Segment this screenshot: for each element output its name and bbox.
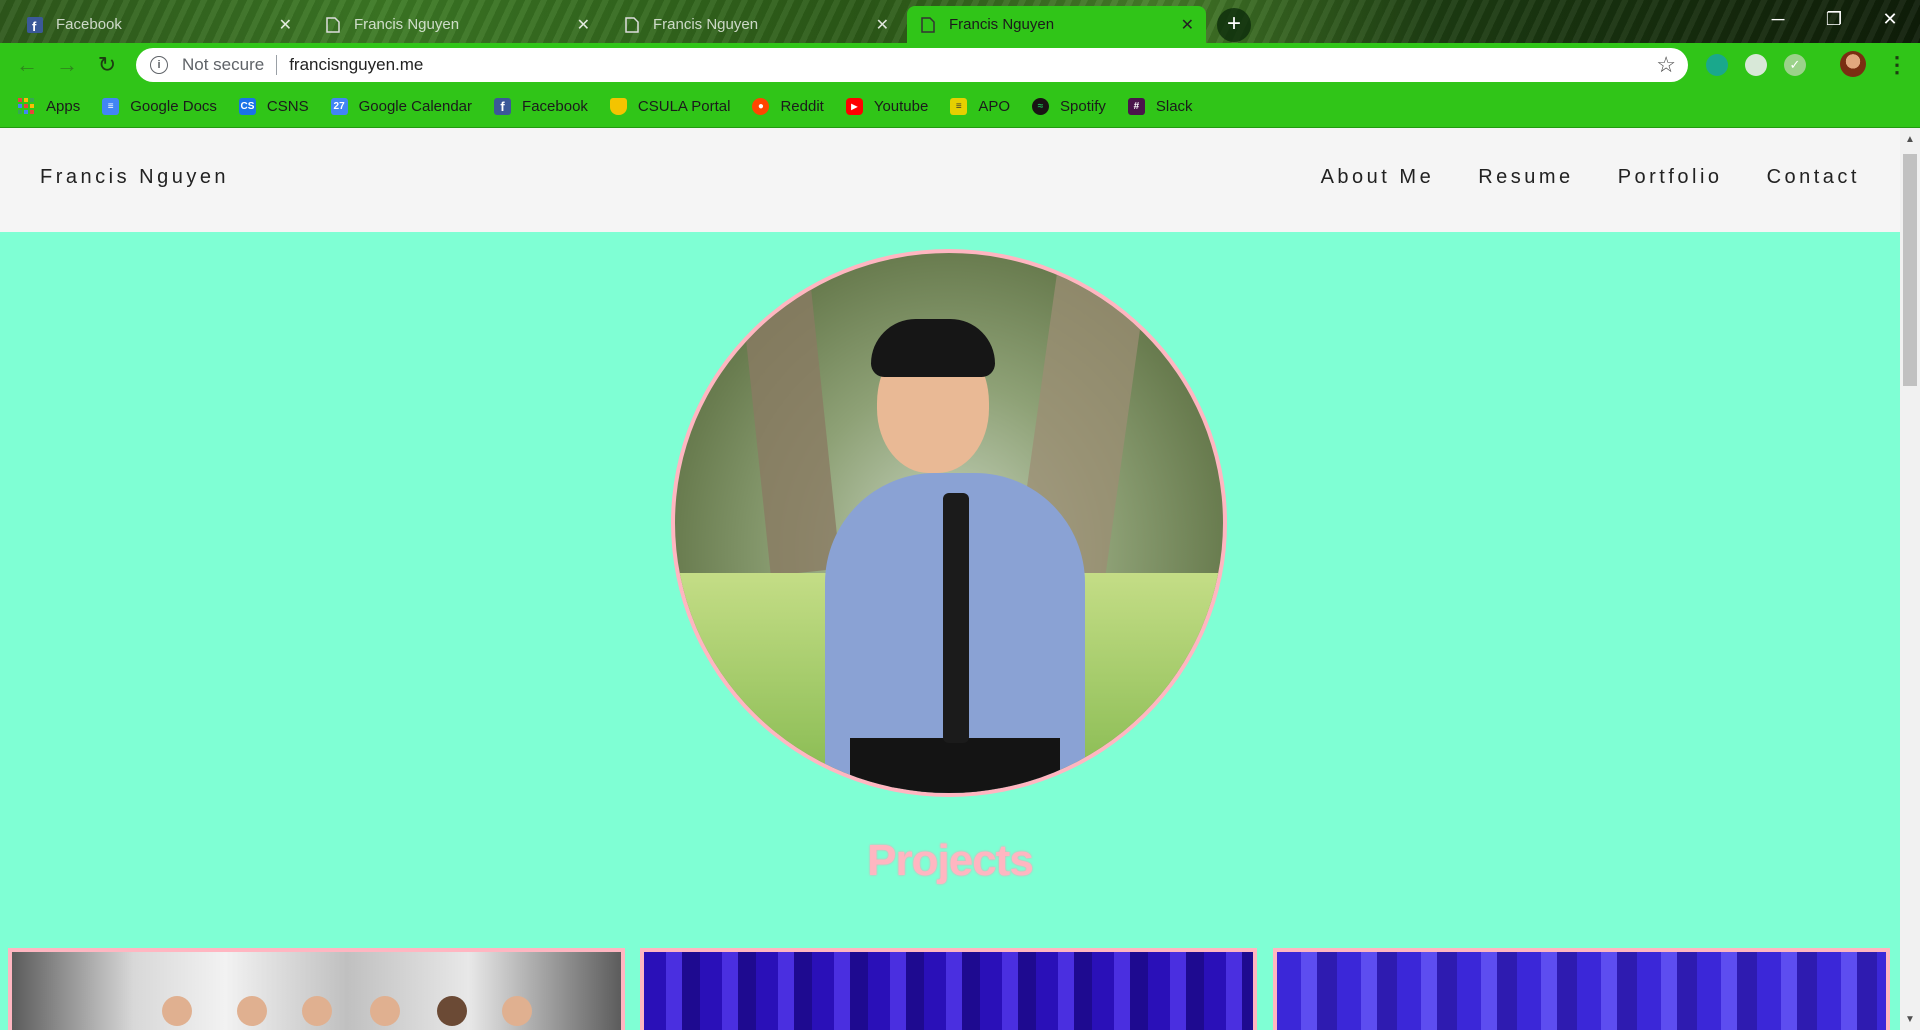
scroll-up-icon[interactable]: ▲ bbox=[1900, 132, 1920, 148]
bookmark-label: CSNS bbox=[266, 98, 309, 115]
site-brand[interactable]: Francis Nguyen bbox=[40, 166, 229, 189]
bookmark-label: CSULA Portal bbox=[637, 98, 731, 115]
bookmark-label: Reddit bbox=[780, 98, 824, 115]
close-tab-icon[interactable]: ✕ bbox=[577, 15, 590, 35]
bookmark-label: Facebook bbox=[522, 98, 588, 115]
browser-toolbar: ← → ↻ i Not secure francisnguyen.me ☆ ✓ … bbox=[0, 43, 1920, 86]
project-card[interactable] bbox=[640, 948, 1257, 1030]
bookmark-csns[interactable]: CS CSNS bbox=[238, 98, 309, 115]
site-nav-links: About Me Resume Portfolio Contact bbox=[1277, 166, 1860, 189]
list-icon: ≡ bbox=[950, 98, 968, 115]
apps-grid-icon bbox=[18, 98, 35, 115]
bookmarks-bar: Apps ≡ Google Docs CS CSNS 27 Google Cal… bbox=[0, 86, 1920, 128]
bookmark-apo[interactable]: ≡ APO bbox=[950, 98, 1010, 115]
photo-pants bbox=[850, 738, 1060, 793]
tab-francis-active[interactable]: Francis Nguyen ✕ bbox=[907, 6, 1206, 43]
nav-contact[interactable]: Contact bbox=[1767, 166, 1860, 189]
extension-check-icon[interactable]: ✓ bbox=[1784, 54, 1806, 76]
tab-facebook[interactable]: f Facebook ✕ bbox=[14, 6, 304, 43]
close-tab-icon[interactable]: ✕ bbox=[279, 15, 292, 35]
extension-discord-icon[interactable] bbox=[1745, 54, 1767, 76]
page-icon bbox=[324, 16, 342, 34]
csns-icon: CS bbox=[238, 98, 256, 115]
new-tab-button[interactable]: + bbox=[1217, 8, 1251, 42]
site-navbar: Francis Nguyen About Me Resume Portfolio… bbox=[0, 128, 1900, 232]
close-tab-icon[interactable]: ✕ bbox=[1181, 15, 1194, 35]
project-card[interactable] bbox=[1273, 948, 1890, 1030]
bookmark-label: Google Calendar bbox=[358, 98, 473, 115]
profile-avatar[interactable] bbox=[1840, 51, 1866, 77]
bookmark-label: Youtube bbox=[873, 98, 929, 115]
bookmark-spotify[interactable]: ≈ Spotify bbox=[1032, 98, 1106, 115]
bookmark-label: APO bbox=[978, 98, 1011, 115]
bookmark-youtube[interactable]: ▶ Youtube bbox=[845, 98, 929, 115]
scrollbar-thumb[interactable] bbox=[1903, 154, 1917, 386]
bookmark-facebook[interactable]: f Facebook bbox=[494, 98, 588, 115]
photo-person bbox=[302, 996, 332, 1026]
projects-heading: Projects bbox=[867, 836, 1034, 885]
photo-person bbox=[437, 996, 467, 1026]
photo-person bbox=[370, 996, 400, 1026]
bookmark-google-docs[interactable]: ≡ Google Docs bbox=[102, 98, 217, 115]
project-card[interactable] bbox=[8, 948, 625, 1030]
tab-title: Francis Nguyen bbox=[354, 16, 460, 33]
page-scrollbar[interactable]: ▲ ▼ bbox=[1900, 128, 1920, 1030]
page-icon bbox=[919, 16, 937, 34]
photo-tree bbox=[739, 270, 841, 576]
bookmark-label: Google Docs bbox=[130, 98, 217, 115]
page-icon bbox=[623, 16, 641, 34]
bookmark-apps[interactable]: Apps bbox=[18, 98, 80, 115]
slack-icon: # bbox=[1127, 98, 1145, 115]
bookmark-slack[interactable]: # Slack bbox=[1127, 98, 1193, 115]
bookmark-google-calendar[interactable]: 27 Google Calendar bbox=[330, 98, 473, 115]
calendar-icon: 27 bbox=[330, 98, 348, 115]
back-icon[interactable]: ← bbox=[14, 52, 40, 78]
tab-strip: f Facebook ✕ Francis Nguyen ✕ Francis Ng… bbox=[0, 0, 1920, 43]
restore-icon[interactable]: ❐ bbox=[1806, 0, 1862, 38]
bookmark-label: Slack bbox=[1155, 98, 1193, 115]
svg-text:f: f bbox=[32, 19, 37, 33]
spotify-icon: ≈ bbox=[1032, 98, 1050, 115]
bookmark-csula-portal[interactable]: CSULA Portal bbox=[609, 98, 731, 115]
divider bbox=[276, 55, 278, 75]
facebook-icon: f bbox=[26, 16, 44, 34]
nav-portfolio[interactable]: Portfolio bbox=[1618, 166, 1723, 189]
close-window-icon[interactable]: ✕ bbox=[1862, 0, 1918, 38]
url-text[interactable]: francisnguyen.me bbox=[289, 55, 423, 75]
tab-title: Francis Nguyen bbox=[653, 16, 759, 33]
tab-francis-1[interactable]: Francis Nguyen ✕ bbox=[312, 6, 602, 43]
address-bar[interactable]: i Not secure francisnguyen.me ☆ bbox=[136, 48, 1688, 82]
info-icon[interactable]: i bbox=[150, 56, 168, 74]
nav-about-me[interactable]: About Me bbox=[1321, 166, 1435, 189]
google-docs-icon: ≡ bbox=[102, 98, 120, 115]
menu-kebab-icon[interactable]: ⋮ bbox=[1886, 52, 1908, 78]
photo-person bbox=[162, 996, 192, 1026]
bookmark-label: Spotify bbox=[1060, 98, 1106, 115]
youtube-icon: ▶ bbox=[845, 98, 863, 115]
bookmark-star-icon[interactable]: ☆ bbox=[1656, 52, 1676, 78]
bookmark-label: Apps bbox=[46, 98, 81, 115]
scroll-down-icon[interactable]: ▼ bbox=[1900, 1012, 1920, 1028]
minimize-icon[interactable]: ─ bbox=[1750, 0, 1806, 38]
extension-teal-icon[interactable] bbox=[1706, 54, 1728, 76]
security-label: Not secure bbox=[182, 55, 265, 74]
reload-icon[interactable]: ↻ bbox=[94, 52, 120, 78]
close-tab-icon[interactable]: ✕ bbox=[876, 15, 889, 35]
reddit-icon: ● bbox=[752, 98, 770, 115]
profile-photo bbox=[671, 249, 1227, 797]
forward-icon[interactable]: → bbox=[54, 52, 80, 78]
photo-hair bbox=[871, 319, 995, 377]
photo-person bbox=[237, 996, 267, 1026]
web-page: Francis Nguyen About Me Resume Portfolio… bbox=[0, 128, 1900, 1030]
nav-resume[interactable]: Resume bbox=[1478, 166, 1573, 189]
facebook-icon: f bbox=[494, 98, 512, 115]
photo-person bbox=[502, 996, 532, 1026]
tab-francis-2[interactable]: Francis Nguyen ✕ bbox=[611, 6, 901, 43]
tab-title: Francis Nguyen bbox=[949, 16, 1055, 33]
tab-title: Facebook bbox=[56, 16, 122, 33]
bookmark-reddit[interactable]: ● Reddit bbox=[752, 98, 824, 115]
shield-icon bbox=[609, 98, 627, 115]
photo-tie bbox=[943, 493, 969, 743]
